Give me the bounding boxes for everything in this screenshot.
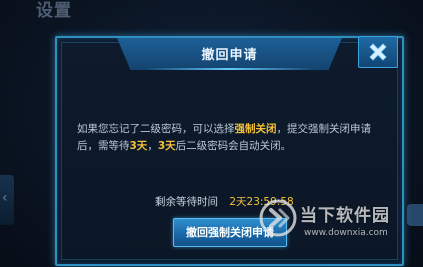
dialog-message: 如果您忘记了二级密码，可以选择强制关闭，提交强制关闭申请后，需等待3天，3天后二… [77,121,382,155]
background-side-tab: ‹ [0,175,14,225]
message-text: 如果您忘记了二级密码，可以选择 [77,123,235,135]
game-screen: 设置 ‹ 撤回申请 如果您忘记了二级密码，可以选择强制关闭，提交强制关闭申请后，… [0,0,423,267]
watermark-logo-icon [259,199,297,237]
message-text: ， [147,140,158,152]
watermark-name: 当下软件园 [300,206,390,226]
background-settings-title: 设置 [36,1,72,21]
dialog-title: 撤回申请 [201,48,258,63]
watermark-url: www.downxia.com [304,228,388,238]
message-highlight-force-close: 强制关闭 [234,123,277,135]
close-x-icon [369,43,387,61]
chevron-left-icon: ‹ [2,190,8,206]
message-highlight-days: 3天 [157,140,176,152]
close-button[interactable] [358,36,398,68]
message-highlight-days: 3天 [129,140,148,152]
message-text: 后二级密码会自动关闭。 [175,140,292,152]
remaining-time-label: 剩余等待时间 [155,196,218,208]
watermark: 当下软件园 www.downxia.com [258,198,418,258]
